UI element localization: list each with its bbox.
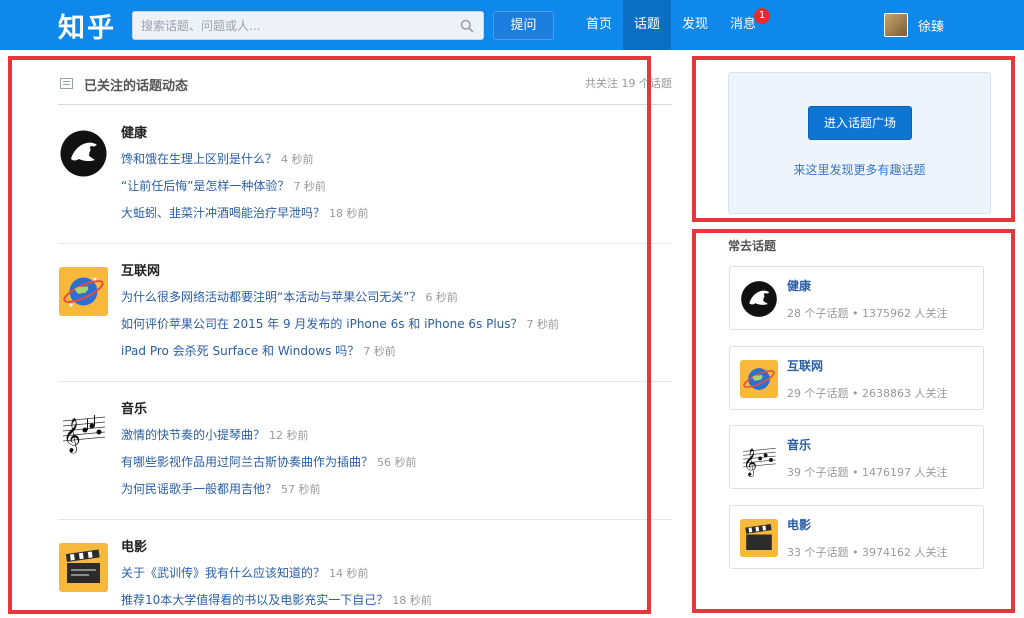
nav-messages[interactable]: 消息 1 [719,0,771,50]
zhihu-logo[interactable]: 知乎 [58,6,116,45]
search-icon[interactable] [460,19,474,33]
search-box [132,11,484,40]
top-navbar: 知乎 提问 首页 话题 发现 消息 1 徐臻 [0,0,1024,50]
nav-messages-label: 消息 [730,17,757,32]
highlight-box-frequent-topics [692,229,1015,613]
main-nav: 首页 话题 发现 消息 1 [575,0,771,50]
user-menu[interactable]: 徐臻 [884,12,944,38]
highlight-box-promo [692,56,1015,222]
nav-discover[interactable]: 发现 [671,0,719,50]
notification-badge: 1 [754,8,771,24]
nav-topics[interactable]: 话题 [623,0,672,50]
username[interactable]: 徐臻 [918,16,944,35]
highlight-box-feed [8,56,651,614]
ask-question-button[interactable]: 提问 [493,11,554,40]
avatar[interactable] [884,13,908,37]
search-input[interactable] [133,12,451,39]
nav-home[interactable]: 首页 [575,0,623,50]
